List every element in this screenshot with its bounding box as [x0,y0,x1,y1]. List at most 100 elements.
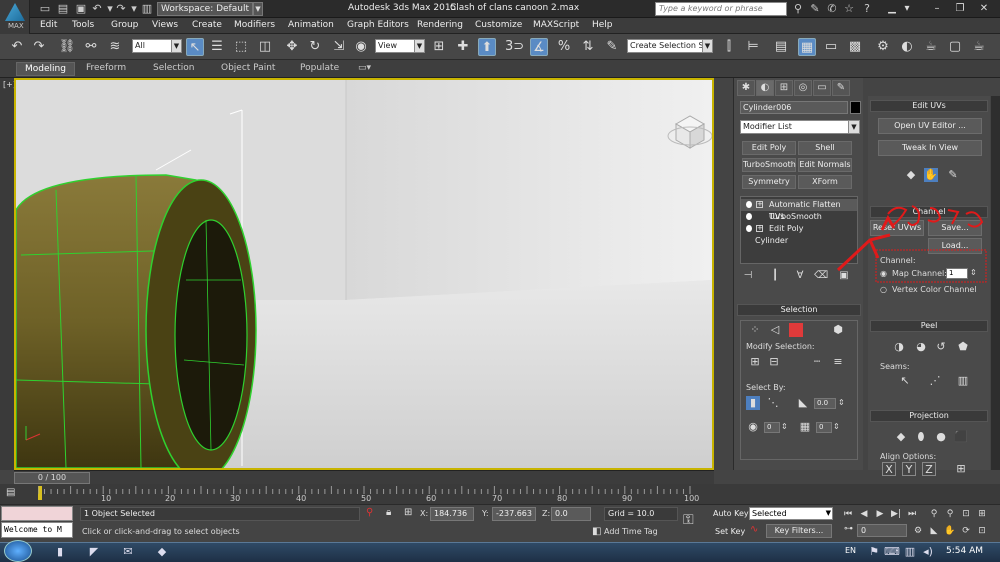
redo-dropdown-icon[interactable]: ▾ [127,3,141,15]
communication-icon[interactable]: ✆ [825,3,839,15]
select-object-icon[interactable]: ↖ [186,38,204,56]
menu-edit[interactable]: Edit [40,20,57,30]
shell-button[interactable]: Shell [798,141,852,155]
workspace-dropdown[interactable]: Workspace: Default [157,2,253,16]
tab-populate[interactable]: Populate [300,63,339,73]
object-name-field[interactable]: Cylinder006 [740,101,848,114]
tab-modeling[interactable]: Modeling [16,62,75,76]
open-uv-editor-button[interactable]: Open UV Editor ... [878,118,982,134]
select-and-link-icon[interactable]: ⛓ [58,38,76,56]
brush-icon[interactable]: ✎ [946,168,960,182]
spinner-arrows-icon[interactable]: ⇕ [781,422,788,431]
snaps-toggle-icon[interactable]: 3⊃ [505,38,524,56]
box-map-icon[interactable]: ⬛ [954,430,968,444]
planar-map-icon[interactable]: ◆ [894,430,908,444]
edit-named-selection-icon[interactable]: ✎ [603,38,621,56]
rectangular-selection-icon[interactable]: ⬚ [232,38,250,56]
menu-graph-editors[interactable]: Graph Editors [347,20,409,30]
time-tag-icon[interactable]: ◧ [592,526,601,537]
volume-icon[interactable]: ◂) [920,545,936,559]
network-icon[interactable]: ▥ [902,545,918,559]
binoculars-search-icon[interactable]: ⚲ [791,3,805,15]
help-dropdown-icon[interactable]: ▾ [899,2,915,16]
next-frame-icon[interactable]: ▶| [890,508,902,520]
remove-modifier-icon[interactable]: ⌫ [814,270,828,282]
restore-window-icon[interactable]: ❐ [952,2,968,16]
select-by-name-icon[interactable]: ☰ [208,38,226,56]
named-selection-dropdown[interactable]: Create Selection Se ▼ [627,39,713,53]
planar-angle-spinner[interactable]: 0.0 [814,398,836,409]
best-align-icon[interactable]: ⊞ [954,462,968,476]
zoom-extents-all-icon[interactable]: ⊞ [976,508,988,520]
tab-object-paint[interactable]: Object Paint [221,63,275,73]
isolate-selection-icon[interactable]: ⚲ [366,507,373,518]
menu-group[interactable]: Group [111,20,138,30]
pan-view-icon[interactable]: ✋ [944,525,956,537]
zoom-icon[interactable]: ⚲ [928,508,940,520]
spinner-snap-icon[interactable]: ⇅ [579,38,597,56]
keyboard-icon[interactable]: ⌨ [884,545,900,559]
chevron-down-icon[interactable]: ▼ [253,2,263,16]
percent-snap-icon[interactable]: % [555,38,573,56]
x-coordinate-field[interactable]: 184.736 [430,507,474,521]
motion-tab-icon[interactable]: ◎ [794,80,812,96]
material-editor-icon[interactable]: ◐ [898,38,916,56]
selection-filter-dropdown[interactable]: All ▼ [132,39,182,53]
play-icon[interactable]: ▶ [874,508,886,520]
orbit-icon[interactable]: ⟳ [960,525,972,537]
expand-plus-icon[interactable]: + [756,201,763,208]
menu-help[interactable]: Help [592,20,613,30]
relax-icon[interactable]: ✋ [924,168,938,182]
maxscript-listener-input[interactable] [1,506,73,521]
menu-modifiers[interactable]: Modifiers [234,20,275,30]
curve-editor-icon[interactable]: ▩ [846,38,864,56]
3dsmax-taskbar-icon[interactable]: ◤ [86,545,102,559]
display-tab-icon[interactable]: ▭ [813,80,831,96]
absolute-relative-icon[interactable]: ⊞ [404,507,412,518]
turbosmooth-button[interactable]: TurboSmooth [742,158,796,172]
selection-lock-icon[interactable]: 🔒︎ [386,507,391,518]
align-z-button[interactable]: Z [922,462,936,476]
make-unique-icon[interactable]: ∀ [794,270,806,282]
smoothing-spinner[interactable]: 0 [764,422,780,433]
help-icon[interactable]: ? [860,3,874,15]
menu-rendering[interactable]: Rendering [417,20,463,30]
explorer-taskbar-icon[interactable]: ▮ [52,545,68,559]
edit-poly-button[interactable]: Edit Poly [742,141,796,155]
menu-views[interactable]: Views [152,20,178,30]
current-frame-field[interactable]: 0 [857,524,907,537]
subscription-icon[interactable]: ✎ [808,3,822,15]
select-by-material-icon[interactable]: ▦ [798,420,812,434]
previous-frame-icon[interactable]: ◀ [858,508,870,520]
align-x-button[interactable]: X [882,462,896,476]
window-crossing-icon[interactable]: ◫ [256,38,274,56]
key-filters-button[interactable]: Key Filters... [766,524,832,538]
utilities-tab-icon[interactable]: ✎ [832,80,850,96]
favorites-star-icon[interactable]: ☆ [842,3,856,15]
polygon-select-icon[interactable] [789,323,803,337]
select-and-scale-icon[interactable]: ⇲ [330,38,348,56]
minimize-icon[interactable]: ▁ [884,2,900,16]
cylindrical-map-icon[interactable]: ⬮ [914,430,928,444]
app-taskbar-icon-2[interactable]: ✉ [120,545,136,559]
lightbulb-icon[interactable] [746,213,752,220]
bind-to-space-warp-icon[interactable]: ≋ [106,38,124,56]
language-indicator[interactable]: EN [845,546,856,555]
edit-normals-button[interactable]: Edit Normals [798,158,852,172]
ring-selection-icon[interactable]: ≡ [831,355,845,369]
go-to-end-icon[interactable]: ⏭ [906,508,918,520]
expand-plus-icon[interactable]: + [756,225,763,232]
edit-seams-icon[interactable]: ⋰ [928,374,942,388]
close-window-icon[interactable]: ✕ [976,2,992,16]
start-button-icon[interactable] [4,540,32,562]
pivot-point-center-icon[interactable]: ⊞ [430,38,448,56]
lightbulb-icon[interactable] [746,201,752,208]
project-folder-icon[interactable]: ▥ [140,3,154,15]
add-time-tag-button[interactable]: Add Time Tag [604,527,658,536]
field-of-view-icon[interactable]: ◣ [928,525,940,537]
key-mode-dropdown[interactable]: Selected ▼ [749,507,833,520]
auto-key-button[interactable]: Auto Key [713,509,749,518]
zoom-all-icon[interactable]: ⚲ [944,508,956,520]
select-and-place-icon[interactable]: ◉ [352,38,370,56]
material-id-spinner[interactable]: 0 [816,422,832,433]
